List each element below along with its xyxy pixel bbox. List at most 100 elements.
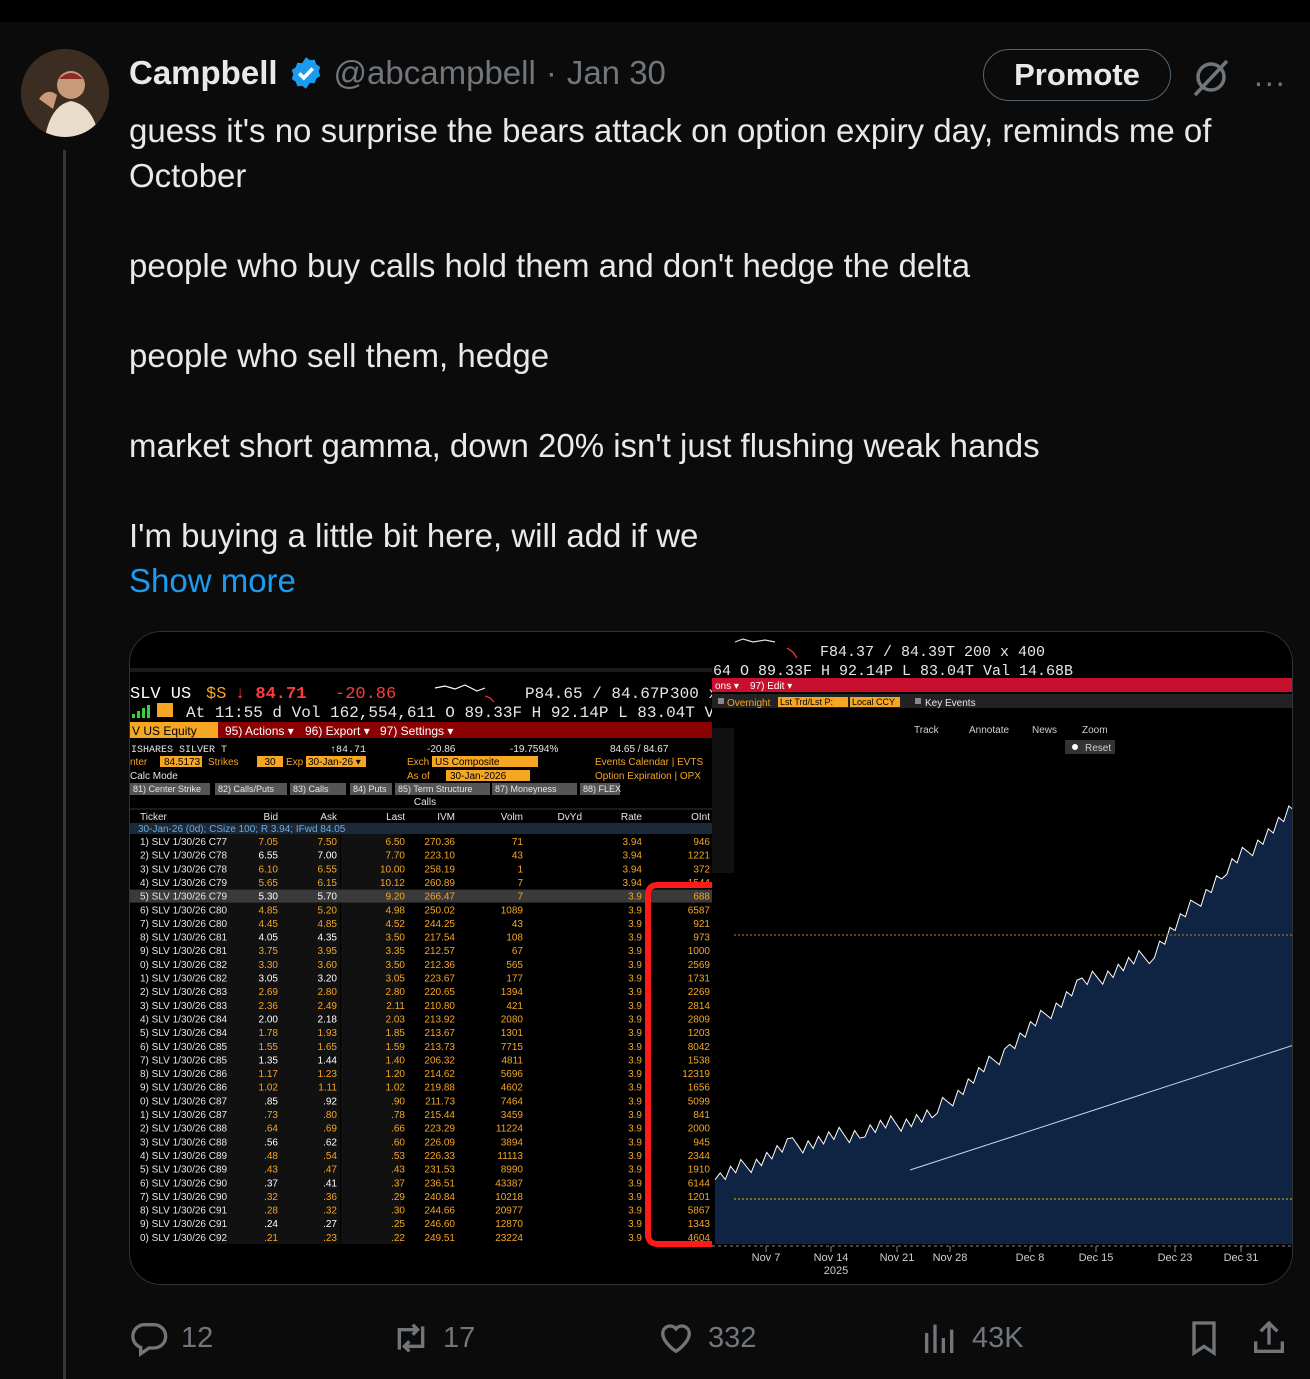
option-cell: 231.53 [424,1165,455,1176]
option-cell: .64 [264,1124,278,1135]
ticker-label: SLV US [130,685,191,704]
security-name: ISHARES SILVER T [131,745,227,756]
option-cell: 8) SLV 1/30/26 C86 [140,1069,228,1080]
option-cell: 1731 [688,974,711,985]
option-cell: .22 [391,1233,405,1244]
x-tick-label: Nov 28 [933,1252,968,1264]
tab-label: 85) Term Structure [398,784,472,794]
tab-label: 88) FLEX [583,784,621,794]
option-cell: 7 [517,892,523,903]
option-cell: 2.80 [318,987,338,998]
grok-icon[interactable] [1189,55,1233,99]
option-cell: 3.94 [623,864,643,875]
option-cell: 6) SLV 1/30/26 C90 [140,1178,228,1189]
option-cell: .32 [323,1206,337,1217]
option-cell: 5099 [688,1096,711,1107]
option-cell: 1.78 [259,1028,279,1039]
exch-label: Exch [407,757,429,768]
option-cell: 3.05 [259,974,279,985]
option-cell: 1.35 [259,1055,279,1066]
option-cell: 1089 [501,905,524,916]
like-button[interactable]: 332 [656,1310,756,1366]
option-cell: 3.35 [386,946,406,957]
option-cell: 3.9 [628,1001,642,1012]
author-name[interactable]: Campbell [129,54,278,92]
option-cell: 2344 [688,1151,711,1162]
tab-label: 84) Puts [353,784,387,794]
option-cell: 2.69 [259,987,279,998]
option-cell: 0) SLV 1/30/26 C82 [140,960,228,971]
option-cell: 3.9 [628,1206,642,1217]
option-cell: 2.80 [386,987,406,998]
option-cell: 249.51 [424,1233,455,1244]
option-cell: 223.29 [424,1124,455,1135]
views-button[interactable]: 43K [920,1310,1024,1366]
option-cell: 223.10 [424,851,455,862]
option-cell: 2000 [688,1124,711,1135]
option-cell: 973 [693,933,710,944]
option-cell: 3) SLV 1/30/26 C83 [140,1001,228,1012]
tweet-media[interactable]: SLV US $S ↓ 84.71 -20.86 P84.65 / 84.67P 300 … [129,631,1293,1285]
center-value: 84.5173 [164,757,201,768]
option-cell: 7) SLV 1/30/26 C85 [140,1055,228,1066]
verified-badge-icon [291,57,320,89]
option-cell: 4811 [501,1055,523,1066]
option-cell: 7) SLV 1/30/26 C90 [140,1192,228,1203]
option-cell: 3.9 [628,1028,642,1039]
tab-label: 83) Calls [293,784,329,794]
option-cell: 6) SLV 1/30/26 C80 [140,905,228,916]
repost-button[interactable]: 17 [391,1310,475,1366]
option-cell: 7) SLV 1/30/26 C80 [140,919,228,930]
option-cell: 2) SLV 1/30/26 C88 [140,1124,228,1135]
option-cell: 841 [693,1110,710,1121]
last-price: ↓ 84.71 [235,685,306,704]
option-cell: .28 [264,1206,278,1217]
share-button[interactable] [1249,1310,1289,1366]
option-cell: .37 [391,1178,405,1189]
option-cell: 2.11 [386,1001,405,1012]
option-cell: 3.9 [628,1151,642,1162]
promote-button[interactable]: Promote [983,49,1171,101]
option-cell: 3.9 [628,1219,642,1230]
avatar[interactable] [21,49,109,137]
option-cell: .47 [323,1165,337,1176]
bookmark-button[interactable] [1184,1310,1224,1366]
option-cell: 3) SLV 1/30/26 C78 [140,864,228,875]
reply-button[interactable]: 12 [129,1310,213,1366]
chart-menu-edit: 97) Edit ▾ [750,681,792,692]
option-cell: 4.05 [259,933,279,944]
avatar-portrait-icon [21,49,109,137]
option-cell: 1.65 [318,1042,338,1053]
equity-tab: V US Equity [132,724,197,738]
author-handle[interactable]: @abcampbell [334,54,536,92]
option-cell: 1.44 [318,1055,338,1066]
volume-line: At 11:55 d Vol 162,554,611 O 89.33F H 92… [186,704,724,722]
option-cell: 213.92 [424,1014,455,1025]
x-year-label: 2025 [824,1265,848,1277]
option-cell: 8990 [501,1165,524,1176]
header-separator: · [545,54,557,91]
option-cell: 1.23 [318,1069,338,1080]
tweet-date[interactable]: Jan 30 [567,54,666,92]
option-cell: 3459 [501,1110,524,1121]
view-count: 43K [972,1321,1024,1354]
like-count: 332 [708,1321,757,1354]
option-cell: 206.32 [424,1055,455,1066]
option-cell: 244.25 [424,919,455,930]
option-cell: 4.45 [259,919,279,930]
option-cell: 215.44 [424,1110,455,1121]
show-more-link[interactable]: Show more [129,558,296,603]
top-bar [0,0,1310,22]
option-cell: .80 [323,1110,337,1121]
option-cell: 1.85 [386,1028,406,1039]
option-cell: 3.9 [628,987,642,998]
security-pct: -19.7594% [510,744,558,755]
expiry-row: 30-Jan-26 (0d); CSize 100; R 3.94; IFwd … [138,824,346,835]
column-header: Ask [320,812,338,823]
more-options-icon[interactable]: ... [1254,59,1294,91]
option-cell: 0) SLV 1/30/26 C87 [140,1096,228,1107]
option-cell: 3.9 [628,1069,642,1080]
option-cell: 10218 [495,1192,523,1203]
signal-bar-icon [147,705,150,718]
option-cell: 3.50 [386,960,406,971]
